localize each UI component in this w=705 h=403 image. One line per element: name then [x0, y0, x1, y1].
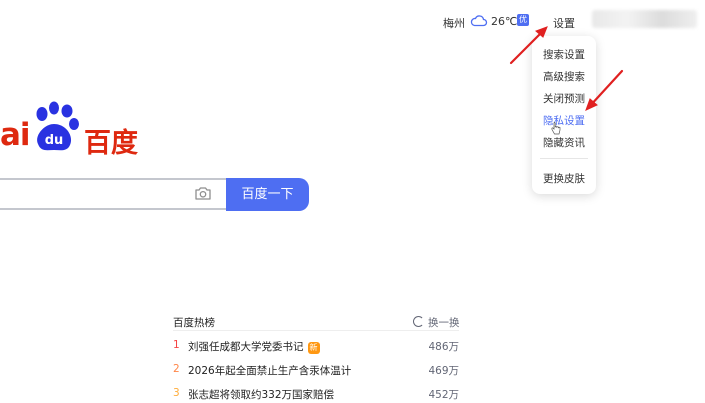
menu-item-disable-prediction[interactable]: 关闭预测 — [532, 91, 596, 106]
menu-divider — [540, 158, 588, 159]
hot-rank: 1 — [173, 339, 180, 351]
menu-item-search-settings[interactable]: 搜索设置 — [532, 47, 596, 62]
refresh-button[interactable]: 换一换 — [413, 315, 460, 330]
search-button[interactable]: 百度一下 — [226, 178, 309, 211]
hot-item-title[interactable]: 2026年起全面禁止生产含汞体温计 — [188, 363, 351, 378]
refresh-icon — [413, 316, 424, 327]
hot-list-divider — [173, 330, 459, 331]
paw-logo-icon: du — [36, 101, 79, 151]
new-badge: 新 — [307, 342, 320, 354]
hot-heat: 469万 — [428, 365, 459, 377]
temperature-label[interactable]: 26℃ — [491, 15, 517, 28]
hot-list-item[interactable]: 1 刘强任成都大学党委书记新 486万 — [173, 339, 459, 355]
paw-text: du — [45, 133, 64, 148]
user-account-blurred[interactable] — [592, 10, 697, 28]
hand-cursor-icon — [551, 122, 561, 135]
menu-item-privacy-settings[interactable]: 隐私设置 — [532, 113, 596, 128]
hot-list-item[interactable]: 3 张志超将领取约332万国家赔偿 452万 — [173, 387, 459, 403]
top-bar: 梅州 26℃ 优 设置 — [0, 0, 705, 42]
hot-item-text[interactable]: 刘强任成都大学党委书记新 — [188, 339, 320, 354]
settings-link[interactable]: 设置 — [553, 15, 575, 31]
cloud-icon[interactable] — [470, 13, 488, 28]
logo-chinese-text: 百度 — [84, 128, 138, 159]
settings-dropdown-menu: 搜索设置 高级搜索 关闭预测 隐私设置 隐藏资讯 更换皮肤 — [532, 36, 596, 194]
logo-latin-text: ai — [0, 117, 31, 153]
air-quality-badge[interactable]: 优 — [517, 14, 529, 26]
camera-icon[interactable] — [194, 185, 212, 201]
hot-heat: 486万 — [428, 341, 459, 353]
menu-item-advanced-search[interactable]: 高级搜索 — [532, 69, 596, 84]
hot-rank: 3 — [173, 387, 180, 399]
hot-list-item[interactable]: 2 2026年起全面禁止生产含汞体温计 469万 — [173, 363, 459, 379]
city-label[interactable]: 梅州 — [443, 15, 465, 31]
menu-item-hide-news[interactable]: 隐藏资讯 — [532, 135, 596, 150]
hot-rank: 2 — [173, 363, 180, 375]
menu-item-change-skin[interactable]: 更换皮肤 — [532, 171, 596, 186]
hot-item-title[interactable]: 刘强任成都大学党委书记 — [188, 341, 304, 353]
refresh-label: 换一换 — [428, 317, 460, 329]
hot-list-title[interactable]: 百度热榜 — [173, 315, 215, 330]
baidu-logo[interactable]: ai du 百度 — [0, 96, 140, 162]
